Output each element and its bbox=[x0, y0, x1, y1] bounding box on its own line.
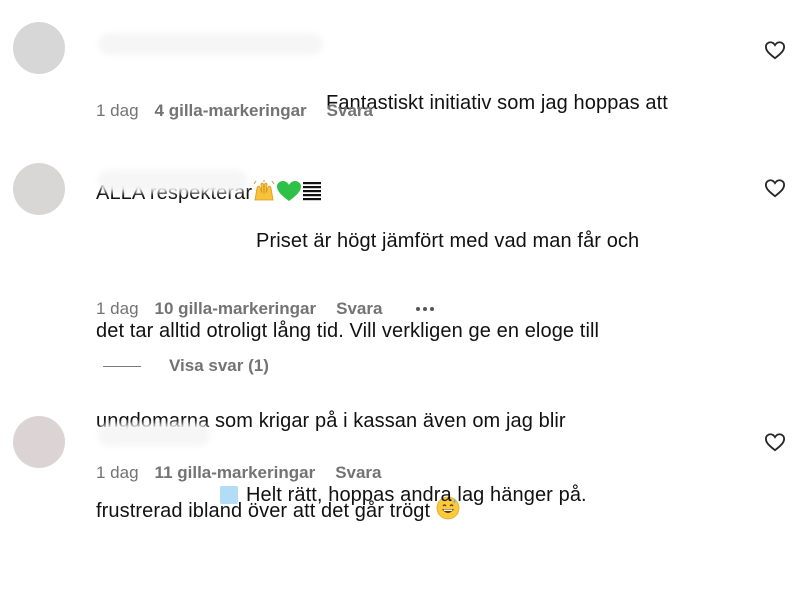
avatar[interactable] bbox=[13, 416, 65, 468]
light-blue-square-emoji-icon bbox=[220, 483, 238, 513]
comment-time[interactable]: 1 dag bbox=[96, 463, 139, 483]
heart-outline-icon[interactable] bbox=[764, 432, 786, 452]
comment-text: Helt rätt, hoppas andra lag hänger på. bbox=[96, 420, 587, 573]
likes-count[interactable]: 11 gilla-markeringar bbox=[155, 463, 316, 483]
reply-button[interactable]: Svara bbox=[335, 463, 381, 483]
comment-3: Helt rätt, hoppas andra lag hänger på. 1… bbox=[0, 0, 800, 506]
comment-text-segment: Helt rätt, hoppas andra lag hänger på. bbox=[246, 484, 587, 506]
comment-meta: 1 dag 11 gilla-markeringar Svara bbox=[96, 461, 382, 485]
